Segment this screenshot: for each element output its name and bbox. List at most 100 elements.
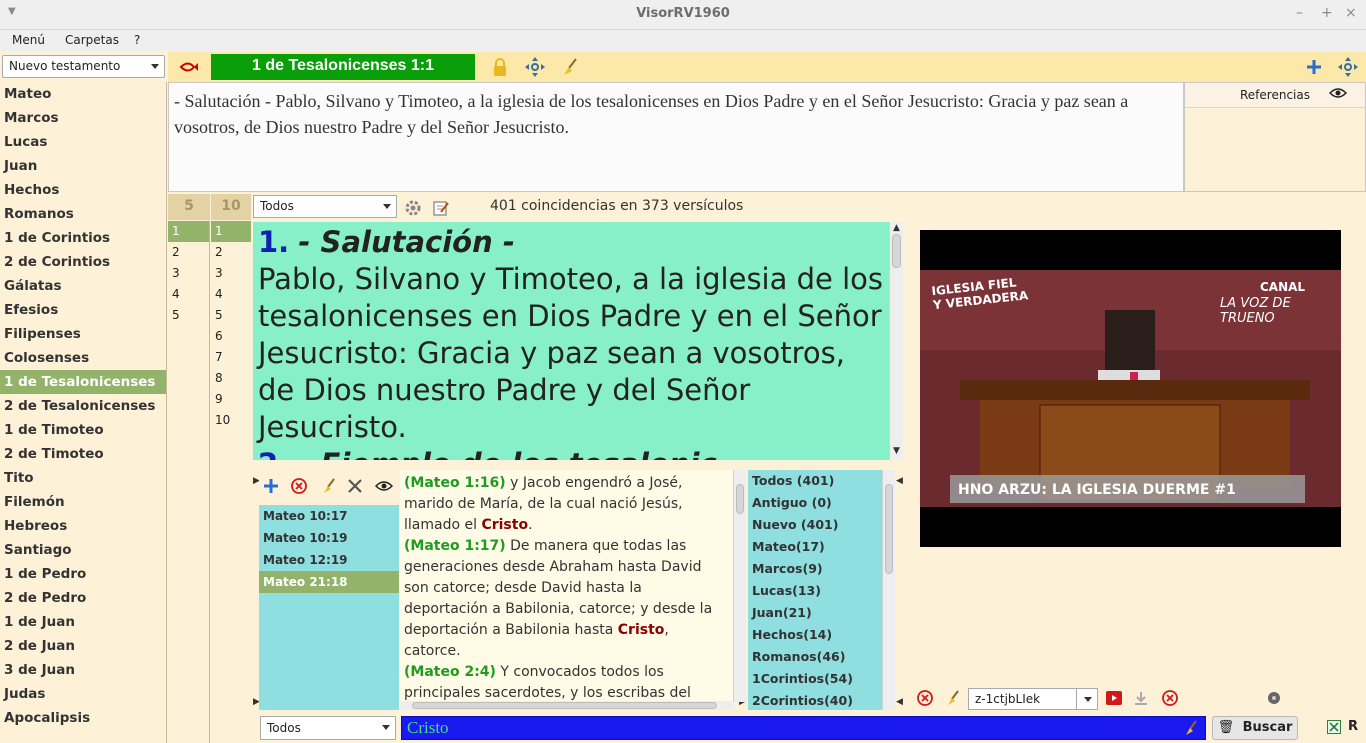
fish-icon[interactable] (178, 57, 200, 77)
book-item[interactable]: 1 de Timoteo (0, 418, 166, 442)
book-item[interactable]: Gálatas (0, 274, 166, 298)
film-reel-icon[interactable] (1265, 690, 1283, 706)
verse-item[interactable]: 3 (211, 263, 251, 284)
close-button[interactable]: × (1345, 5, 1357, 21)
book-item[interactable]: 1 de Pedro (0, 562, 166, 586)
chapter-item[interactable]: 3 (168, 263, 209, 284)
splitter-arrow-icon[interactable]: ◀ (896, 697, 903, 707)
chapter-item[interactable]: 4 (168, 284, 209, 305)
book-stats[interactable]: Todos (401) Antiguo (0) Nuevo (401) Mateo(1… (748, 470, 882, 710)
book-item[interactable]: 1 de Juan (0, 610, 166, 634)
search-input[interactable]: Cristo (401, 716, 1206, 740)
book-item[interactable]: Hechos (0, 178, 166, 202)
book-item[interactable]: Lucas (0, 130, 166, 154)
scroll-thumb[interactable] (412, 702, 717, 709)
tools-icon[interactable] (347, 478, 363, 494)
book-item[interactable]: 2 de Corintios (0, 250, 166, 274)
edit-note-icon[interactable] (431, 198, 451, 218)
search-result[interactable]: (Mateo 1:16) y Jacob engendró a José, ma… (404, 473, 729, 536)
remove-icon[interactable] (291, 478, 307, 494)
saved-search-refs[interactable]: Mateo 10:17 Mateo 10:19 Mateo 12:19 Mateo 2… (259, 505, 399, 710)
chapter-item[interactable]: 1 (168, 221, 209, 242)
scroll-thumb[interactable] (736, 484, 744, 514)
book-item[interactable]: Santiago (0, 538, 166, 562)
scroll-down-icon[interactable]: ▼ (893, 446, 900, 456)
book-item[interactable]: 2 de Tesalonicenses (0, 394, 166, 418)
eye-icon[interactable] (375, 480, 393, 492)
broom-icon[interactable] (945, 690, 961, 706)
menu-carpetas[interactable]: Carpetas (65, 33, 119, 47)
move-icon[interactable] (523, 56, 547, 78)
book-stat-item[interactable]: Marcos(9) (748, 558, 882, 580)
book-item[interactable]: Tito (0, 466, 166, 490)
verse-item[interactable]: 2 (211, 242, 251, 263)
book-item[interactable]: Colosenses (0, 346, 166, 370)
menu-help[interactable]: ? (134, 33, 140, 47)
book-item[interactable]: Filipenses (0, 322, 166, 346)
menu-menu[interactable]: Menú (12, 33, 45, 47)
book-stat-item[interactable]: Romanos(46) (748, 646, 882, 668)
book-stat-item[interactable]: 2Corintios(40) (748, 690, 882, 712)
search-ref-item[interactable]: Mateo 12:19 (259, 549, 399, 571)
book-item[interactable]: Marcos (0, 106, 166, 130)
book-item[interactable]: Efesios (0, 298, 166, 322)
add-icon[interactable] (1303, 56, 1325, 78)
chapter-scrollbar[interactable]: ▲ ▼ (889, 222, 903, 460)
verse-item[interactable]: 10 (211, 410, 251, 431)
book-item[interactable]: Juan (0, 154, 166, 178)
verse-item[interactable]: 8 (211, 368, 251, 389)
book-stat-item[interactable]: Juan(21) (748, 602, 882, 624)
book-stat-item[interactable]: Todos (401) (748, 470, 882, 492)
book-item[interactable]: 1 de Corintios (0, 226, 166, 250)
book-stat-item[interactable]: Mateo(17) (748, 536, 882, 558)
scroll-thumb[interactable] (885, 484, 893, 574)
search-ref-item[interactable]: Mateo 21:18 (259, 571, 399, 593)
testament-select[interactable]: Nuevo testamento (2, 55, 165, 78)
stats-scrollbar[interactable] (882, 470, 895, 710)
add-icon[interactable] (263, 478, 279, 494)
chapter-list[interactable]: 12345 (168, 221, 210, 743)
verse-list[interactable]: 1 2 3 4 5 6 7 8 9 10 (211, 221, 251, 743)
filter-select[interactable]: Todos (253, 195, 397, 218)
verse-item[interactable]: 5 (211, 305, 251, 326)
verse-item[interactable]: 7 (211, 347, 251, 368)
book-item[interactable]: Apocalipsis (0, 706, 166, 730)
lock-icon[interactable] (489, 56, 511, 78)
remove-video-icon[interactable] (1162, 690, 1178, 706)
book-stat-item[interactable]: Hechos(14) (748, 624, 882, 646)
book-item[interactable]: 2 de Juan (0, 634, 166, 658)
book-item[interactable]: Hebreos (0, 514, 166, 538)
chapter-item[interactable]: 5 (168, 305, 209, 326)
scroll-thumb[interactable] (892, 234, 901, 268)
chapter-item[interactable]: 2 (168, 242, 209, 263)
verse-item[interactable]: 1 (211, 221, 251, 242)
youtube-icon[interactable] (1105, 690, 1123, 706)
broom-icon[interactable] (559, 56, 581, 78)
video-player[interactable]: IGLESIA FIEL Y VERDADERA CANAL LA VOZ DE… (920, 230, 1341, 547)
book-item[interactable]: Romanos (0, 202, 166, 226)
book-stat-item[interactable]: 1Corintios(54) (748, 668, 882, 690)
exit-icon[interactable] (1327, 720, 1341, 734)
scroll-up-icon[interactable]: ▲ (893, 223, 900, 233)
remove-icon[interactable] (917, 690, 933, 706)
book-item[interactable]: Judas (0, 682, 166, 706)
book-item[interactable]: 2 de Pedro (0, 586, 166, 610)
splitter-arrow-icon[interactable]: ◀ (896, 476, 903, 486)
maximize-button[interactable]: + (1321, 5, 1333, 21)
search-result[interactable]: (Mateo 1:17) De manera que todas las gen… (404, 536, 729, 662)
book-stat-item[interactable]: Nuevo (401) (748, 514, 882, 536)
results-hscrollbar[interactable] (400, 701, 733, 710)
results-scrollbar[interactable] (733, 470, 746, 702)
gear-icon[interactable] (403, 198, 423, 218)
book-item[interactable]: Mateo (0, 82, 166, 106)
verse-item[interactable]: 9 (211, 389, 251, 410)
verse-item[interactable]: 6 (211, 326, 251, 347)
book-item[interactable]: 1 de Tesalonicenses (0, 370, 166, 394)
move-icon-right[interactable] (1336, 56, 1360, 78)
eye-icon[interactable] (1328, 87, 1348, 102)
book-item[interactable]: 2 de Timoteo (0, 442, 166, 466)
search-result[interactable]: (Mateo 2:4) Y convocados todos los princ… (404, 662, 729, 702)
r-label[interactable]: R (1348, 719, 1358, 734)
clear-broom-icon[interactable] (1183, 720, 1199, 741)
book-item[interactable]: Filemón (0, 490, 166, 514)
